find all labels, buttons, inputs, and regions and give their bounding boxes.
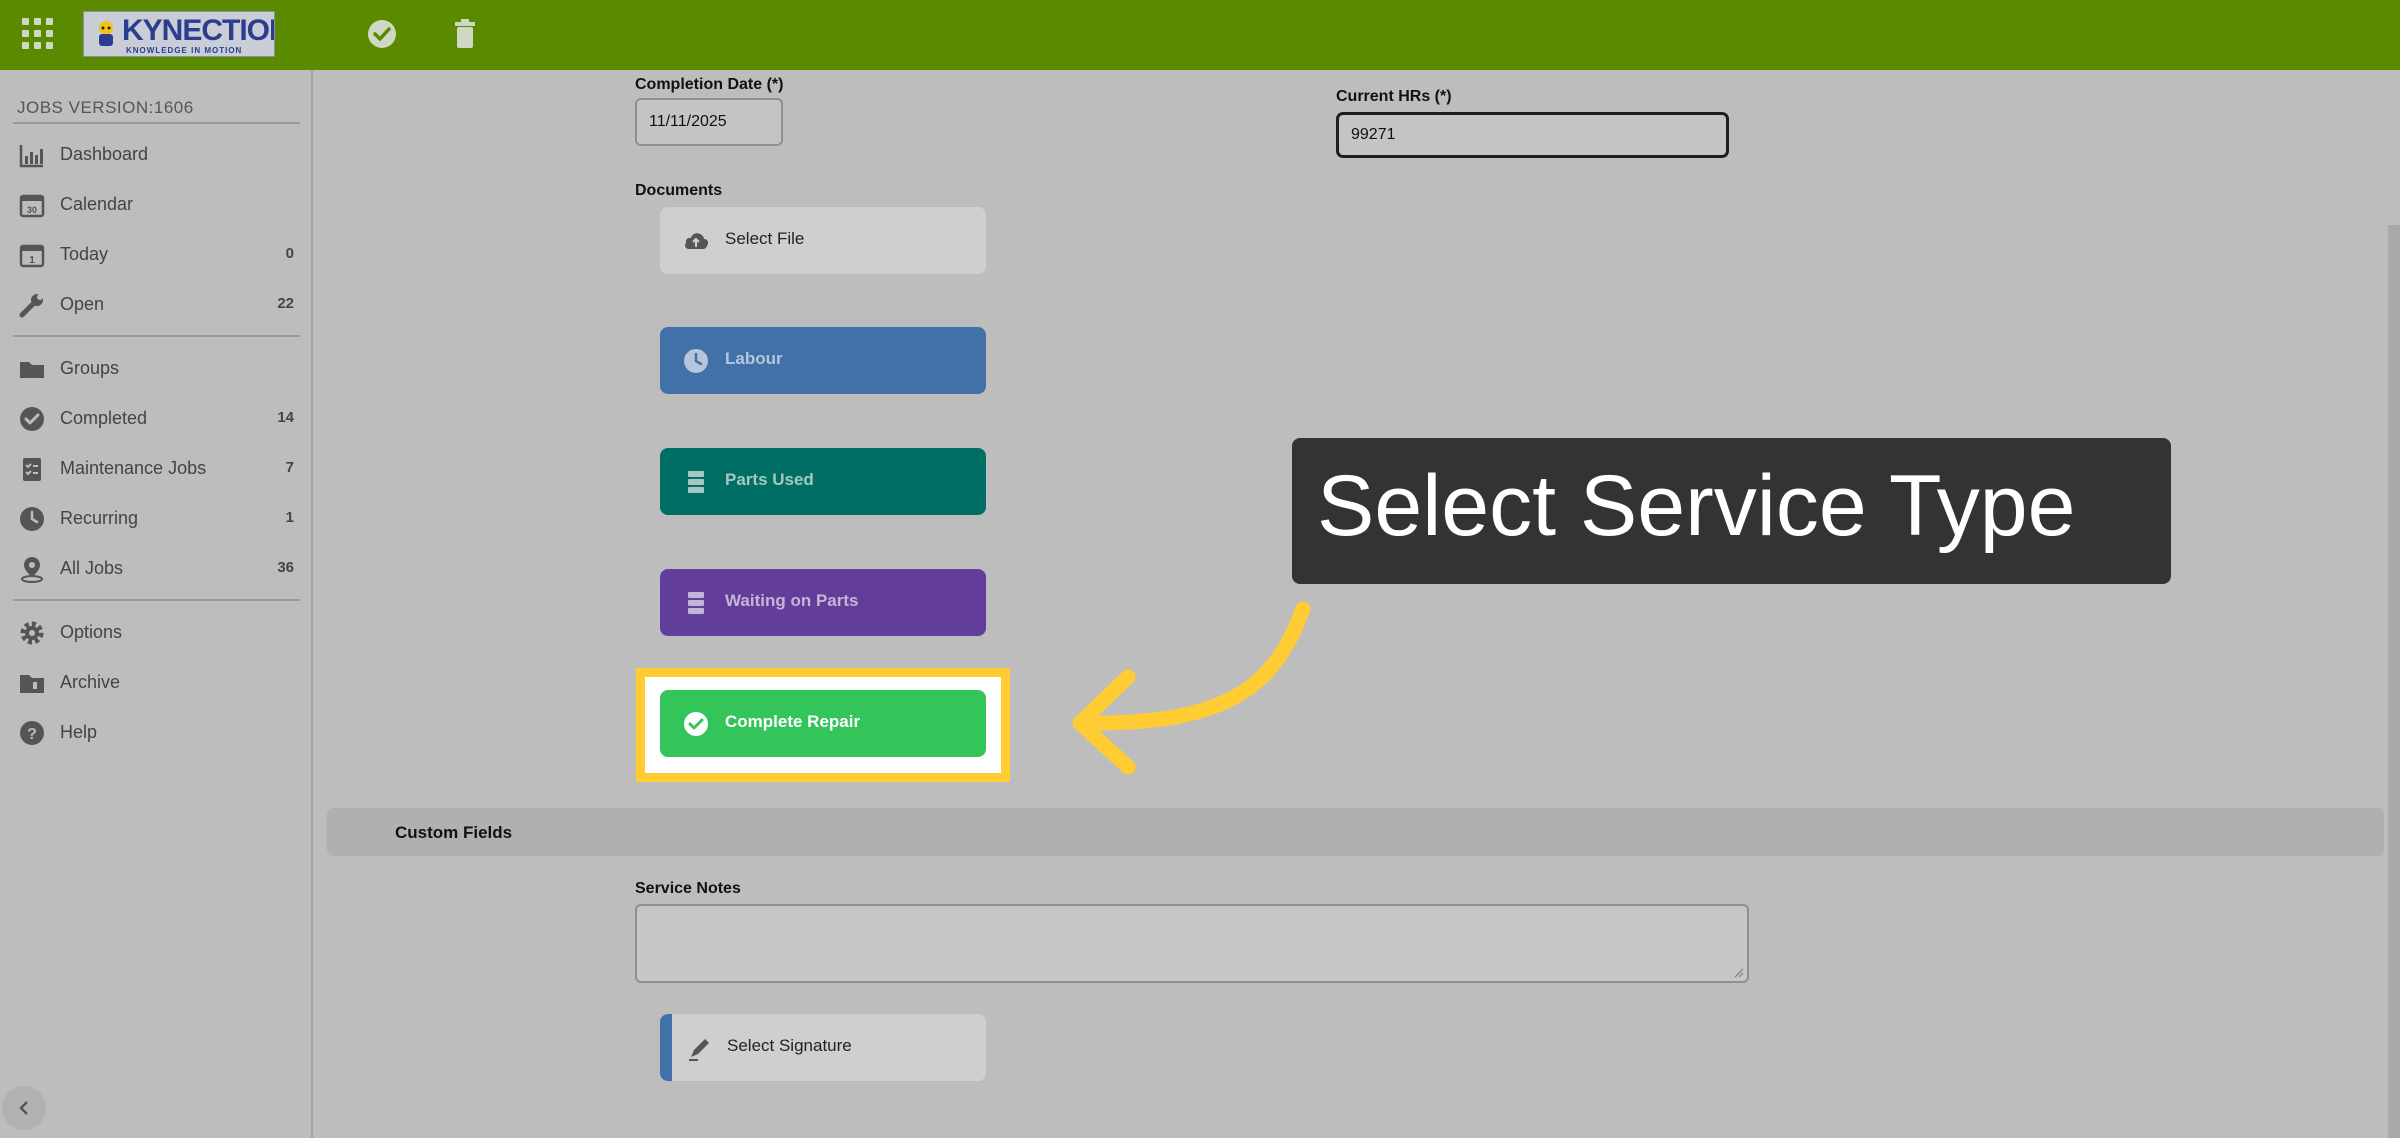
tutorial-callout: Select Service Type [1292, 438, 2171, 584]
completion-date-label: Completion Date (*) [635, 76, 784, 93]
current-hrs-label: Current HRs (*) [1336, 88, 1452, 105]
resize-handle-icon[interactable] [1734, 968, 1744, 978]
help-icon: ? [20, 721, 44, 745]
clock-icon [20, 507, 44, 531]
sidebar-item-label: Archive [60, 672, 121, 692]
sidebar-item-open[interactable]: Open 22 [13, 285, 300, 325]
sidebar-item-help[interactable]: ? Help [13, 713, 300, 753]
sidebar-item-calendar[interactable]: 30 Calendar [13, 185, 300, 225]
sidebar-item-count: 14 [277, 409, 294, 426]
sidebar-item-completed[interactable]: Completed 14 [13, 399, 300, 439]
check-circle-icon [684, 712, 708, 736]
divider [13, 335, 300, 337]
sidebar-item-archive[interactable]: Archive [13, 663, 300, 703]
list-icon [688, 592, 704, 614]
logo-tagline: KNOWLEDGE IN MOTION [126, 46, 243, 55]
checklist-icon [23, 458, 41, 481]
apps-grid-icon[interactable] [22, 18, 54, 50]
mascot-icon [99, 21, 113, 46]
labour-button[interactable]: Labour [660, 327, 986, 394]
completion-date-field[interactable]: 11/11/2025 [635, 98, 783, 146]
parts-used-label: Parts Used [725, 470, 814, 489]
sidebar-item-options[interactable]: Options [13, 613, 300, 653]
jobs-version: JOBS VERSION:1606 [17, 98, 194, 117]
check-circle-icon[interactable] [366, 17, 398, 51]
service-notes-textarea[interactable] [635, 904, 1749, 983]
sidebar-item-count: 0 [285, 245, 294, 262]
folder-icon [20, 362, 44, 378]
sidebar-item-groups[interactable]: Groups [13, 349, 300, 389]
sidebar-item-label: Calendar [60, 194, 134, 214]
service-notes-label: Service Notes [635, 880, 741, 897]
kynection-logo[interactable]: KYNECTION KNOWLEDGE IN MOTION [83, 11, 275, 57]
logo-brand-text: KYNECTION [122, 14, 275, 47]
clock-icon [684, 349, 708, 373]
complete-repair-label: Complete Repair [725, 712, 861, 731]
divider [13, 122, 300, 124]
scrollbar[interactable] [2388, 225, 2400, 1138]
sidebar-item-count: 1 [285, 509, 294, 526]
sidebar-item-maintenance-jobs[interactable]: Maintenance Jobs 7 [13, 449, 300, 489]
cloud-upload-icon [685, 233, 708, 249]
waiting-on-parts-label: Waiting on Parts [725, 591, 859, 610]
svg-text:?: ? [27, 726, 37, 743]
svg-text:30: 30 [27, 205, 37, 215]
sidebar-item-label: All Jobs [60, 558, 124, 578]
labour-label: Labour [725, 349, 783, 368]
sidebar-item-count: 7 [285, 459, 294, 476]
sidebar-item-label: Today [60, 244, 109, 264]
archive-icon [20, 675, 44, 693]
divider [13, 599, 300, 601]
sidebar-item-label: Dashboard [60, 144, 149, 164]
map-pin-icon [21, 557, 43, 583]
calendar-today-icon: 1 [19, 244, 45, 268]
select-signature-label: Select Signature [727, 1036, 852, 1055]
parts-used-button[interactable]: Parts Used [660, 448, 986, 515]
calendar-icon: 30 [19, 194, 45, 218]
select-signature-button[interactable]: Select Signature [660, 1014, 986, 1081]
chevron-left-icon [19, 1101, 28, 1115]
sidebar-item-dashboard[interactable]: Dashboard [13, 135, 300, 175]
complete-repair-button[interactable]: Complete Repair [660, 690, 986, 757]
select-file-label: Select File [725, 229, 805, 248]
sidebar-item-recurring[interactable]: Recurring 1 [13, 499, 300, 539]
select-file-button[interactable]: Select File [660, 207, 986, 274]
arrow-icon [1072, 601, 1311, 775]
callout-text: Select Service Type [1317, 458, 2076, 554]
sidebar-item-label: Open [60, 294, 105, 314]
waiting-on-parts-button[interactable]: Waiting on Parts [660, 569, 986, 636]
sidebar-item-label: Groups [60, 358, 120, 378]
sidebar-item-today[interactable]: 1 Today 0 [13, 235, 300, 275]
sidebar-item-count: 22 [277, 295, 294, 312]
wrench-icon [19, 294, 43, 318]
sidebar-item-label: Options [60, 622, 123, 642]
sidebar-item-label: Maintenance Jobs [60, 458, 207, 478]
sidebar-item-count: 36 [277, 559, 294, 576]
current-hrs-field[interactable]: 99271 [1336, 112, 1729, 158]
chart-icon [19, 145, 43, 168]
trash-icon[interactable] [449, 17, 481, 51]
list-icon [688, 471, 704, 493]
sidebar-item-label: Help [60, 722, 98, 742]
pen-icon [689, 1039, 709, 1061]
custom-fields-section[interactable]: Custom Fields [327, 808, 2384, 856]
documents-label: Documents [635, 182, 723, 199]
sidebar-item-label: Completed [60, 408, 148, 428]
sidebar-item-label: Recurring [60, 508, 139, 528]
collapse-sidebar-button[interactable] [2, 1086, 46, 1130]
check-circle-icon [20, 407, 44, 431]
sidebar-item-all-jobs[interactable]: All Jobs 36 [13, 549, 300, 589]
svg-text:1: 1 [29, 255, 35, 266]
custom-fields-label: Custom Fields [395, 823, 513, 842]
top-bar: KYNECTION KNOWLEDGE IN MOTION [0, 0, 2400, 70]
gear-icon [20, 621, 44, 645]
sidebar: JOBS VERSION:1606 Dashboard 30 Calendar … [0, 70, 313, 1138]
